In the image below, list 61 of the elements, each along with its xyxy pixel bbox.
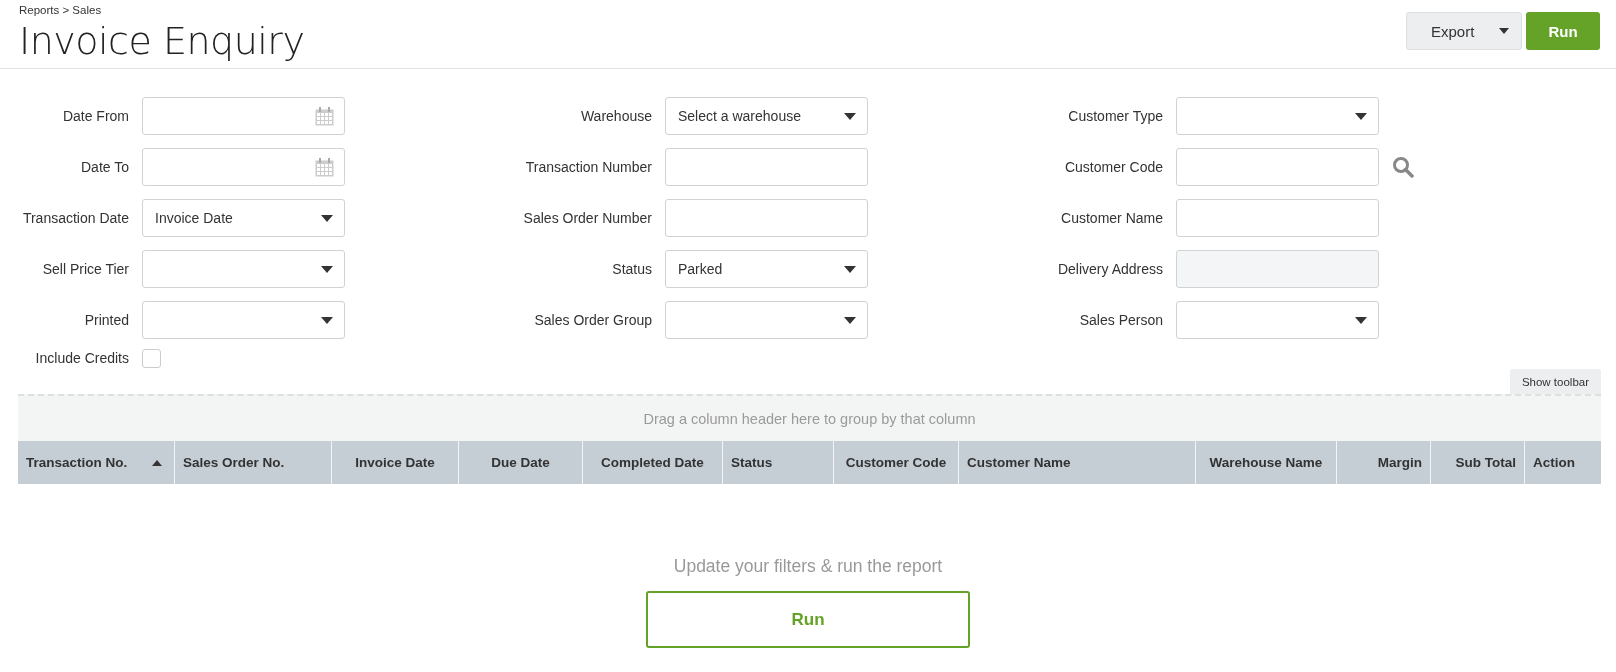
dropdown[interactable]: Select a warehouse [665, 97, 868, 135]
calendar-icon [315, 107, 334, 126]
search-icon[interactable] [1392, 156, 1414, 178]
dropdown[interactable]: Invoice Date [142, 199, 345, 237]
field-label: Customer Name [1060, 210, 1163, 226]
field-label: Sell Price Tier [41, 261, 129, 277]
column-header[interactable]: Transaction No. [18, 441, 175, 484]
input-field[interactable] [665, 199, 868, 237]
checkbox[interactable] [142, 348, 161, 368]
field-label: Include Credits [34, 350, 129, 366]
field-label: Warehouse [579, 108, 652, 124]
field-label: Transaction Date [21, 210, 129, 226]
column-header[interactable]: Completed Date [583, 441, 723, 484]
caret-icon [844, 317, 856, 324]
caret-icon [321, 215, 333, 222]
caret-icon [1355, 317, 1367, 324]
export-button[interactable]: Export [1406, 12, 1522, 50]
column-header[interactable]: Warehouse Name [1196, 441, 1337, 484]
field-label: Date From [61, 108, 129, 124]
field-label: Status [611, 261, 652, 277]
dropdown[interactable]: Parked [665, 250, 868, 288]
column-header[interactable]: Sub Total [1431, 441, 1525, 484]
column-header[interactable]: Invoice Date [332, 441, 459, 484]
page-title: Invoice Enquiry [19, 18, 305, 65]
breadcrumb: Reports > Sales [19, 3, 103, 17]
column-header[interactable]: Action [1525, 441, 1601, 484]
input-field[interactable] [1176, 199, 1379, 237]
field-label: Delivery Address [1056, 261, 1163, 277]
input-field[interactable] [1176, 148, 1379, 186]
field-label: Printed [83, 312, 129, 328]
field-label: Customer Type [1067, 108, 1163, 124]
date-field[interactable] [142, 97, 345, 135]
column-header[interactable]: Customer Code [834, 441, 959, 484]
dropdown[interactable] [1176, 301, 1379, 339]
empty-message: Update your filters & run the report [673, 556, 943, 577]
caret-icon [1355, 113, 1367, 120]
date-field[interactable] [142, 148, 345, 186]
column-header[interactable]: Margin [1337, 441, 1431, 484]
caret-icon [321, 266, 333, 273]
dropdown[interactable] [142, 301, 345, 339]
caret-icon [844, 113, 856, 120]
field-label: Date To [80, 159, 129, 175]
field-label: Transaction Number [524, 159, 652, 175]
dropdown[interactable] [665, 301, 868, 339]
column-header[interactable]: Due Date [459, 441, 583, 484]
dropdown[interactable] [1176, 97, 1379, 135]
dropdown[interactable] [142, 250, 345, 288]
caret-icon [844, 266, 856, 273]
show-toolbar-button[interactable]: Show toolbar [1509, 369, 1601, 394]
field-label: Sales Order Number [522, 210, 652, 226]
field-label: Customer Code [1063, 159, 1163, 175]
caret-icon [321, 317, 333, 324]
field-label: Sales Order Group [533, 312, 652, 328]
field-label: Sales Person [1078, 312, 1163, 328]
column-header[interactable]: Sales Order No. [175, 441, 332, 484]
group-hint: Drag a column header here to group by that column [643, 410, 976, 427]
input-field[interactable] [665, 148, 868, 186]
column-header[interactable]: Customer Name [959, 441, 1196, 484]
column-header[interactable]: Status [723, 441, 834, 484]
caret-icon [1499, 28, 1509, 34]
calendar-icon [315, 158, 334, 177]
